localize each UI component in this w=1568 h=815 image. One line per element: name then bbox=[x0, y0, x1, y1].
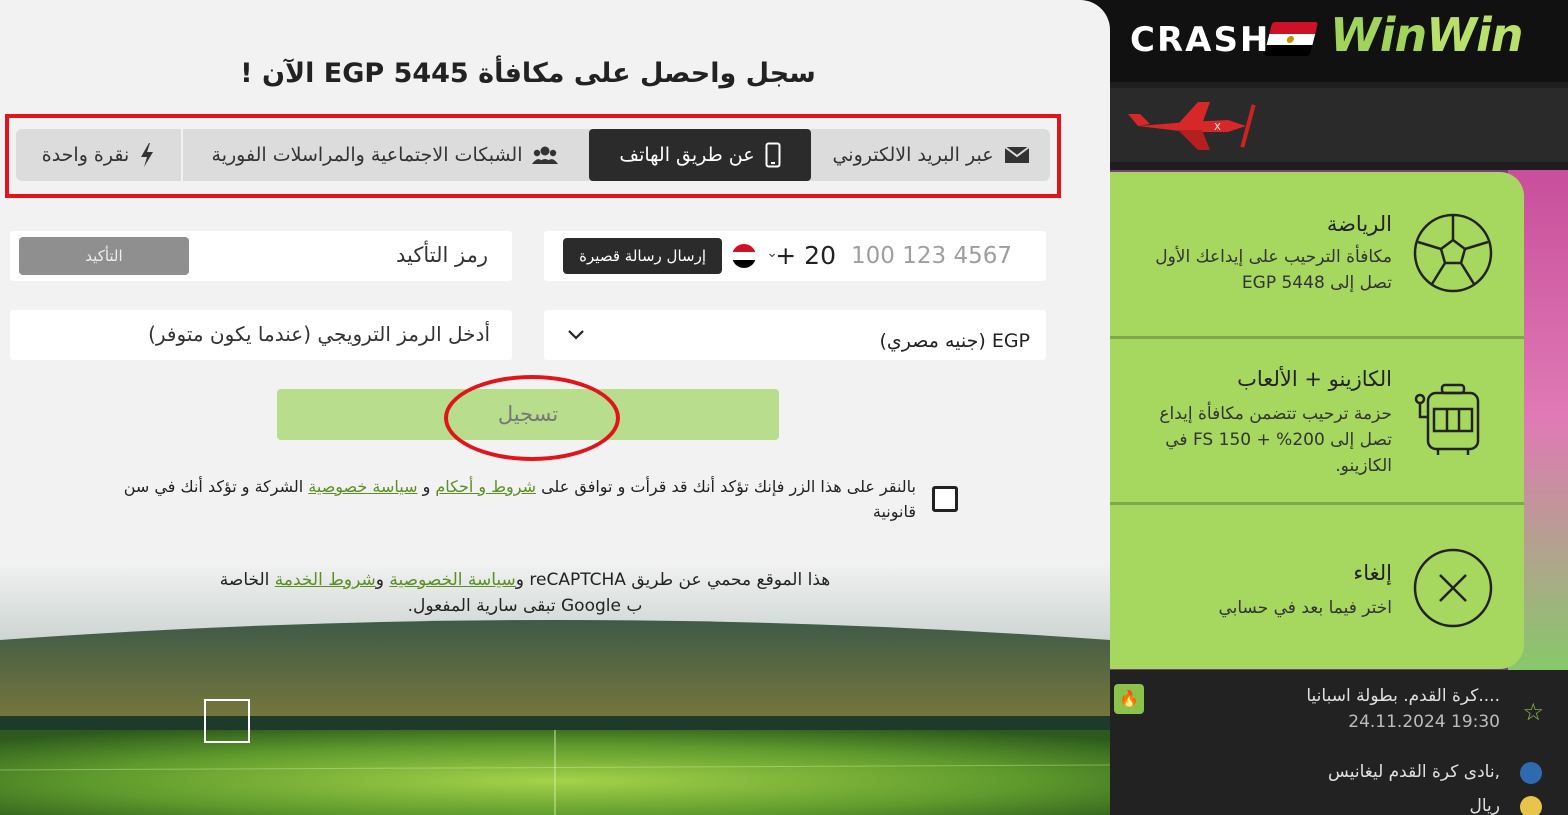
fire-icon: 🔥 bbox=[1114, 684, 1144, 714]
bonus-item-cancel[interactable]: إلغاء اختر فيما بعد في حسابي bbox=[1110, 502, 1524, 669]
tab-one-click[interactable]: نقرة واحدة bbox=[16, 129, 181, 181]
register-highlight-circle bbox=[444, 375, 620, 461]
bonus-desc: اختر فيما بعد في حسابي bbox=[1218, 598, 1392, 618]
egypt-flag-icon bbox=[1263, 22, 1319, 56]
match-time: 24.11.2024 19:30 bbox=[1348, 712, 1500, 732]
google-terms-link[interactable]: شروط الخدمة bbox=[275, 570, 376, 590]
recaptcha-notice: هذا الموقع محمي عن طريق reCAPTCHA وسياسة… bbox=[210, 567, 840, 619]
smartphone-icon bbox=[765, 142, 781, 168]
team-2-badge-icon bbox=[1520, 796, 1542, 815]
bonus-panel: الرياضة مكافأة الترحيب على إيداعك الأول … bbox=[1110, 172, 1524, 669]
bonus-item-casino[interactable]: الكازينو + الألعاب حزمة ترحيب تتضمن مكاف… bbox=[1110, 336, 1524, 502]
registration-tabs: عبر البريد الالكتروني عن طريق الهاتف الش… bbox=[16, 129, 1050, 181]
tab-phone-label: عن طريق الهاتف bbox=[619, 144, 755, 166]
promo-code-field[interactable]: أدخل الرمز الترويجي (عندما يكون متوفر) bbox=[10, 310, 512, 360]
bonus-title: الكازينو + الألعاب bbox=[1237, 367, 1392, 391]
tab-phone[interactable]: عن طريق الهاتف bbox=[589, 129, 811, 181]
team-1-badge-icon bbox=[1520, 762, 1542, 784]
captcha-part-2: و bbox=[375, 570, 390, 590]
terms-link[interactable]: شروط و أحكام bbox=[435, 477, 536, 496]
registration-tabs-highlight: عبر البريد الالكتروني عن طريق الهاتف الش… bbox=[5, 114, 1061, 198]
confirm-button[interactable]: التأكيد bbox=[19, 237, 189, 275]
crash-label[interactable]: CRASH bbox=[1130, 20, 1270, 60]
soccer-ball-icon bbox=[1413, 213, 1493, 293]
site-header: CRASH WinWin bbox=[1080, 0, 1568, 82]
captcha-part-1: هذا الموقع محمي عن طريق reCAPTCHA و bbox=[515, 570, 831, 590]
logo-part-2: Win bbox=[1426, 8, 1523, 62]
promo-code-input[interactable]: أدخل الرمز الترويجي (عندما يكون متوفر) bbox=[148, 322, 490, 346]
bonus-title: إلغاء bbox=[1353, 561, 1392, 585]
phone-input[interactable]: 100 123 4567 bbox=[851, 243, 1012, 269]
envelope-icon bbox=[1003, 146, 1030, 163]
phone-field[interactable]: 100 123 4567 + 20 ⌄ إرسال رسالة قصيرة bbox=[544, 231, 1046, 281]
lightning-icon bbox=[141, 143, 154, 167]
egypt-flag-icon[interactable] bbox=[732, 244, 756, 268]
send-sms-button[interactable]: إرسال رسالة قصيرة bbox=[563, 238, 722, 274]
terms-part-1: بالنقر على هذا الزر فإنك تؤكد أنك قد قرأ… bbox=[536, 477, 916, 496]
tab-social-label: الشبكات الاجتماعية والمراسلات الفورية bbox=[211, 144, 523, 166]
terms-checkbox[interactable] bbox=[932, 486, 958, 512]
tab-one-click-label: نقرة واحدة bbox=[41, 144, 130, 166]
users-icon bbox=[532, 146, 559, 164]
bonus-item-sports[interactable]: الرياضة مكافأة الترحيب على إيداعك الأول … bbox=[1110, 172, 1524, 336]
currency-select[interactable]: EGP (جنيه مصري) bbox=[544, 310, 1046, 360]
bonus-desc: حزمة ترحيب تتضمن مكافأة إيداع تصل إلى 20… bbox=[1159, 404, 1392, 476]
logo-part-1: Win bbox=[1330, 8, 1427, 62]
modal-title: سجل واحصل على مكافأة EGP 5445 الآن ! bbox=[240, 58, 816, 89]
match-title: كرة القدم. بطولة اسبانيا.... bbox=[1306, 686, 1500, 706]
aviator-banner[interactable]: X bbox=[1080, 88, 1568, 162]
confirmation-code-field[interactable]: رمز التأكيد التأكيد bbox=[10, 231, 512, 281]
bonus-desc: مكافأة الترحيب على إيداعك الأول تصل إلى … bbox=[1155, 247, 1392, 293]
slot-machine-icon bbox=[1414, 383, 1480, 455]
svg-text:X: X bbox=[1214, 122, 1221, 133]
team-1-name: نادى كرة القدم ليغانيس, bbox=[1328, 762, 1500, 782]
terms-text: بالنقر على هذا الزر فإنك تؤكد أنك قد قرأ… bbox=[110, 474, 916, 524]
confirmation-code-input[interactable]: رمز التأكيد bbox=[396, 243, 488, 267]
google-privacy-link[interactable]: سياسة الخصوصية bbox=[389, 570, 515, 590]
plane-icon: X bbox=[1128, 102, 1256, 150]
tab-social[interactable]: الشبكات الاجتماعية والمراسلات الفورية bbox=[183, 129, 587, 181]
tab-email[interactable]: عبر البريد الالكتروني bbox=[812, 129, 1050, 181]
site-logo[interactable]: WinWin bbox=[1330, 8, 1524, 62]
star-icon[interactable]: ☆ bbox=[1522, 698, 1544, 726]
chevron-down-icon[interactable] bbox=[564, 322, 588, 346]
chevron-down-icon[interactable]: ⌄ bbox=[766, 245, 778, 261]
close-circle-icon[interactable] bbox=[1412, 547, 1494, 629]
country-code: + 20 bbox=[775, 241, 836, 270]
currency-value: EGP (جنيه مصري) bbox=[879, 330, 1031, 352]
terms-part-2: و bbox=[417, 477, 436, 496]
match-card[interactable]: 🔥 كرة القدم. بطولة اسبانيا.... 24.11.202… bbox=[1080, 670, 1568, 815]
team-2-name: ريال bbox=[1469, 796, 1500, 815]
tab-email-label: عبر البريد الالكتروني bbox=[832, 144, 994, 166]
registration-modal: سجل واحصل على مكافأة EGP 5445 الآن ! عبر… bbox=[0, 0, 1110, 815]
privacy-link[interactable]: سياسة خصوصية bbox=[308, 477, 417, 496]
bonus-title: الرياضة bbox=[1326, 212, 1392, 236]
